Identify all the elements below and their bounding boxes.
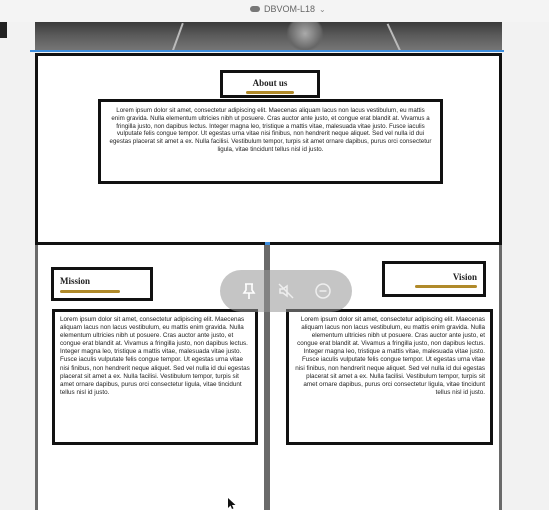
vision-heading-box[interactable]: Vision — [382, 261, 486, 297]
hero-image — [35, 22, 502, 51]
about-heading: About us — [252, 78, 288, 88]
minus-circle-icon[interactable] — [310, 278, 336, 304]
mouse-cursor-icon — [228, 497, 236, 510]
vision-text-box[interactable]: Lorem ipsum dolor sit amet, consectetur … — [286, 309, 493, 445]
about-section[interactable]: About us Lorem ipsum dolor sit amet, con… — [35, 53, 502, 245]
about-text: Lorem ipsum dolor sit amet, consectetur … — [109, 107, 432, 153]
road-line — [168, 22, 184, 51]
heading-underline — [415, 285, 477, 288]
vision-heading: Vision — [452, 272, 477, 282]
mic-muted-icon[interactable] — [273, 278, 299, 304]
page: DBVOM-L18 ⌄ About us Lorem ipsum dolor s… — [0, 0, 549, 510]
mission-text-box[interactable]: Lorem ipsum dolor sit amet, consectetur … — [52, 309, 258, 445]
mission-text: Lorem ipsum dolor sit amet, consectetur … — [60, 316, 250, 396]
window-title[interactable]: DBVOM-L18 ⌄ — [250, 4, 326, 14]
floating-toolbar — [220, 270, 352, 312]
side-handle[interactable] — [0, 22, 7, 38]
window-title-text: DBVOM-L18 — [264, 4, 316, 14]
mission-heading-box[interactable]: Mission — [51, 267, 153, 301]
road-line — [386, 23, 406, 51]
about-text-box[interactable]: Lorem ipsum dolor sit amet, consectetur … — [98, 99, 443, 184]
heading-underline — [60, 290, 120, 293]
heading-underline — [246, 91, 294, 94]
vision-text: Lorem ipsum dolor sit amet, consectetur … — [295, 316, 485, 396]
chevron-down-icon: ⌄ — [319, 4, 326, 14]
hero-figure — [285, 22, 325, 51]
mission-heading: Mission — [60, 276, 91, 286]
title-bar: DBVOM-L18 ⌄ — [0, 0, 549, 22]
pin-icon[interactable] — [236, 278, 262, 304]
cloud-icon — [250, 6, 260, 12]
about-heading-box[interactable]: About us — [220, 70, 320, 98]
selection-outline — [30, 50, 504, 52]
